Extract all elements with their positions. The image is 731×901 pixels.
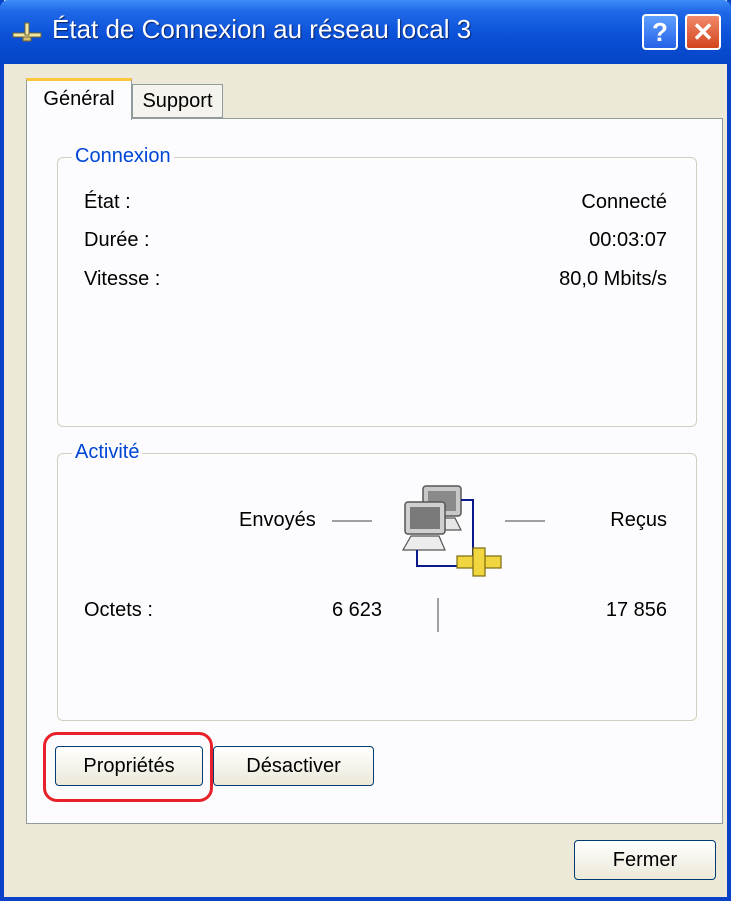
bytes-separator xyxy=(437,598,439,632)
duration-label: Durée : xyxy=(84,229,150,251)
received-label: Reçus xyxy=(610,509,667,531)
bytes-received-value: 17 856 xyxy=(605,599,667,621)
close-button[interactable]: Fermer xyxy=(574,840,716,880)
sent-label: Envoyés xyxy=(239,509,316,531)
disable-button[interactable]: Désactiver xyxy=(213,746,374,786)
network-computers-icon xyxy=(401,485,502,577)
connection-status-dialog: État de Connexion au réseau local 3 ? ✕ … xyxy=(0,0,731,901)
connexion-legend: Connexion xyxy=(72,145,174,168)
properties-highlight xyxy=(43,732,213,802)
close-window-button[interactable]: ✕ xyxy=(685,14,721,50)
activite-group: Activité xyxy=(57,441,697,721)
state-value: Connecté xyxy=(581,191,667,213)
bytes-label: Octets : xyxy=(84,599,153,621)
help-button[interactable]: ? xyxy=(642,14,678,50)
tab-support[interactable]: Support xyxy=(132,84,223,118)
received-line xyxy=(505,520,545,522)
duration-value: 00:03:07 xyxy=(589,229,667,251)
speed-label: Vitesse : xyxy=(84,268,161,290)
tab-general[interactable]: Général xyxy=(26,78,132,120)
network-connection-icon xyxy=(12,22,42,42)
bytes-sent-value: 6 623 xyxy=(331,599,382,621)
general-tab-panel: Connexion État : Connecté Durée : 00:03:… xyxy=(26,118,723,824)
sent-line xyxy=(332,520,372,522)
state-label: État : xyxy=(84,191,131,213)
window-title: État de Connexion au réseau local 3 xyxy=(52,14,472,44)
activite-legend: Activité xyxy=(72,441,143,464)
title-bar[interactable]: État de Connexion au réseau local 3 ? ✕ xyxy=(0,0,731,64)
speed-value: 80,0 Mbits/s xyxy=(559,268,667,290)
